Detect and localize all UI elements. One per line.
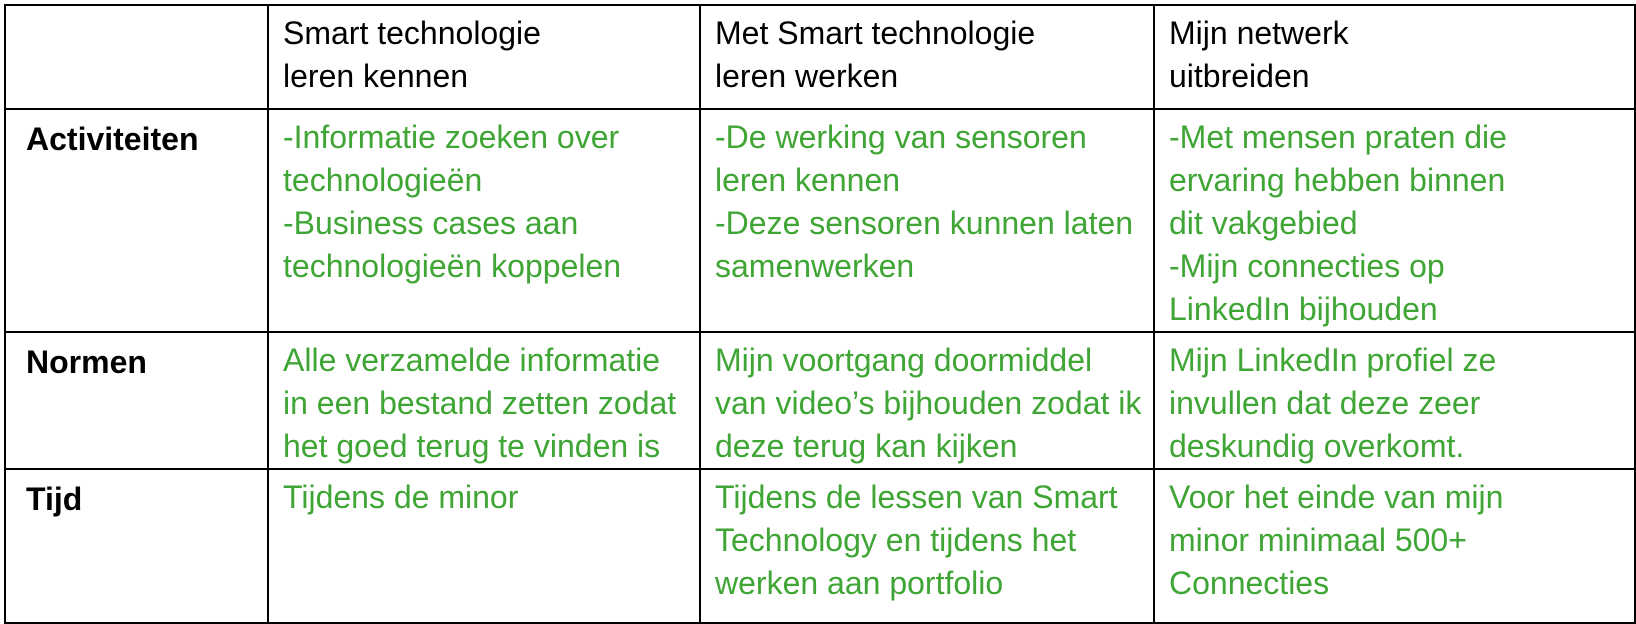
table-row-normen: Normen Alle verzamelde informatie in een… bbox=[4, 331, 1636, 470]
table-row-activiteiten: Activiteiten -Informatie zoeken over tec… bbox=[4, 108, 1636, 333]
table-cell: -De werking van sensoren leren kennen -D… bbox=[699, 108, 1155, 333]
row-header-normen: Normen bbox=[4, 331, 269, 470]
table-row-tijd: Tijd Tijdens de minor Tijdens de lessen … bbox=[4, 468, 1636, 624]
row-header-activiteiten: Activiteiten bbox=[4, 108, 269, 333]
table-cell: -Informatie zoeken over technologieën -B… bbox=[267, 108, 701, 333]
table-cell: Voor het einde van mijn minor minimaal 5… bbox=[1153, 468, 1636, 624]
table-cell: Mijn voortgang doormiddel van video’s bi… bbox=[699, 331, 1155, 470]
table-cell: Tijdens de lessen van Smart Technology e… bbox=[699, 468, 1155, 624]
corner-cell bbox=[4, 4, 269, 110]
planning-table: Smart technologie leren kennen Met Smart… bbox=[4, 4, 1636, 624]
column-header-mijn-netwerk-uitbreiden: Mijn netwerk uitbreiden bbox=[1153, 4, 1636, 110]
table-cell: Alle verzamelde informatie in een bestan… bbox=[267, 331, 701, 470]
table-cell: Mijn LinkedIn profiel ze invullen dat de… bbox=[1153, 331, 1636, 470]
table-cell: -Met mensen praten die ervaring hebben b… bbox=[1153, 108, 1636, 333]
table-cell: Tijdens de minor bbox=[267, 468, 701, 624]
row-header-tijd: Tijd bbox=[4, 468, 269, 624]
header-row: Smart technologie leren kennen Met Smart… bbox=[4, 4, 1636, 110]
column-header-smart-technologie-leren-kennen: Smart technologie leren kennen bbox=[267, 4, 701, 110]
column-header-met-smart-technologie-leren-werken: Met Smart technologie leren werken bbox=[699, 4, 1155, 110]
